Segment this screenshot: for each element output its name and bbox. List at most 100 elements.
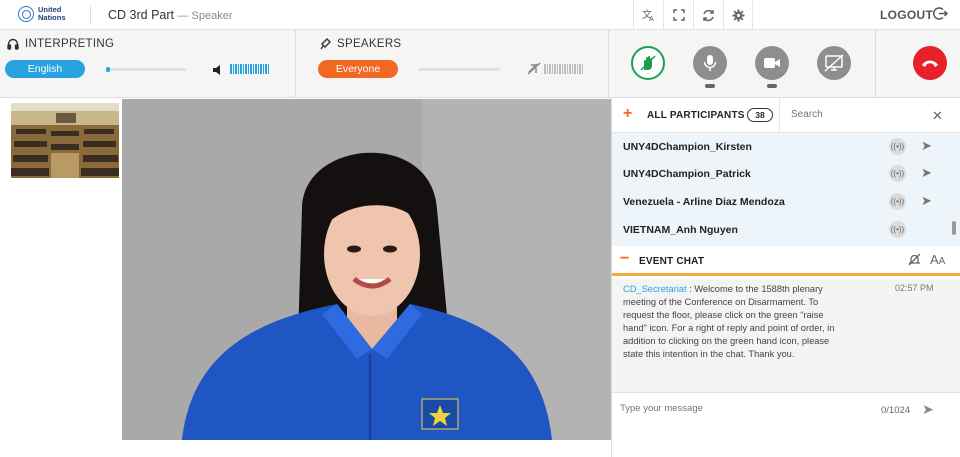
- camera-icon: [764, 58, 780, 68]
- meter-bar: [564, 64, 566, 74]
- participant-name: VIETNAM_Anh Nguyen: [623, 224, 738, 236]
- meter-bar: [581, 64, 583, 74]
- chat-message-time: 02:57 PM: [895, 283, 934, 293]
- room-thumbnail-video[interactable]: [11, 103, 119, 178]
- meter-bar: [247, 64, 249, 74]
- meter-bar: [260, 64, 262, 74]
- meter-bar: [551, 64, 553, 74]
- microphone-button[interactable]: [693, 46, 727, 80]
- meter-bar: [237, 64, 239, 74]
- meter-bar: [230, 64, 232, 74]
- meter-bar: [549, 64, 551, 74]
- speaker-video[interactable]: [122, 99, 611, 440]
- meter-bar: [240, 64, 242, 74]
- meter-bar: [245, 64, 247, 74]
- chat-message-sender[interactable]: CD_Secretariat: [623, 284, 687, 294]
- meter-bar: [252, 64, 254, 74]
- interpreting-audio-meter: [230, 64, 269, 74]
- meter-bar: [265, 64, 267, 74]
- interpretation-channel-icon[interactable]: ((•)): [889, 165, 906, 182]
- participants-list: UNY4DChampion_Kirsten ((•)) ➤ UNY4DChamp…: [612, 133, 960, 246]
- interpretation-channel-icon[interactable]: ((•)): [889, 221, 906, 238]
- meter-bar: [559, 64, 561, 74]
- logo-text: United Nations: [38, 5, 66, 22]
- participants-scrollbar[interactable]: [952, 221, 956, 235]
- participant-row[interactable]: VIETNAM_Anh Nguyen ((•)): [612, 216, 947, 243]
- un-logo: United Nations: [18, 6, 78, 22]
- participant-row[interactable]: Venezuela - Arline Diaz Mendoza ((•)) ➤: [612, 188, 947, 215]
- chat-send-button[interactable]: ➤: [922, 401, 934, 418]
- topbar-divider: [90, 6, 91, 24]
- camera-options-handle[interactable]: [767, 84, 777, 88]
- speaker-volume-icon[interactable]: [212, 63, 224, 81]
- interpreting-label-text: INTERPRETING: [25, 38, 115, 50]
- meter-bar: [250, 64, 252, 74]
- send-message-icon[interactable]: ➤: [921, 138, 932, 154]
- event-chat-header: − EVENT CHAT AA: [612, 246, 960, 276]
- raise-hand-button[interactable]: [631, 46, 665, 80]
- speakers-label: SPEAKERS: [320, 38, 401, 50]
- camera-button[interactable]: [755, 46, 789, 80]
- participant-row[interactable]: UNY4DChampion_Kirsten ((•)) ➤: [612, 133, 947, 160]
- interpreting-label: INTERPRETING: [7, 38, 114, 50]
- meter-bar: [569, 64, 571, 74]
- chat-messages: CD_Secretariat : Welcome to the 1588th p…: [612, 279, 960, 393]
- microphone-icon: [703, 55, 717, 71]
- interpretation-channel-icon[interactable]: ((•)): [889, 193, 906, 210]
- un-emblem-icon: [18, 6, 34, 22]
- meter-bar: [232, 64, 234, 74]
- screen-share-button[interactable]: [817, 46, 851, 80]
- meter-bar: [242, 64, 244, 74]
- meter-bar: [257, 64, 259, 74]
- interpreting-volume-slider[interactable]: [106, 67, 186, 72]
- participants-search: [779, 98, 931, 133]
- event-chat-title: EVENT CHAT: [639, 256, 705, 267]
- participant-name: UNY4DChampion_Kirsten: [623, 141, 752, 153]
- meter-bar: [566, 64, 568, 74]
- chat-message-input[interactable]: [620, 403, 850, 414]
- top-bar: United Nations CD 3rd Part — Speaker 文A …: [0, 0, 960, 30]
- meter-bar: [556, 64, 558, 74]
- meter-bar: [561, 64, 563, 74]
- controls-divider: [875, 30, 876, 98]
- interpretation-channel-icon[interactable]: ((•)): [889, 138, 906, 155]
- participants-search-input[interactable]: [791, 109, 931, 120]
- hangup-icon: [922, 60, 938, 67]
- logout-icon[interactable]: [932, 6, 949, 24]
- chat-message-text: Welcome to the 1588th plenary meeting of…: [623, 284, 835, 359]
- speakers-section: SPEAKERS Everyone: [296, 30, 609, 98]
- participants-header: + ALL PARTICIPANTS 38 ✕: [612, 98, 960, 133]
- participant-name: UNY4DChampion_Patrick: [623, 168, 751, 180]
- participant-name: Venezuela - Arline Diaz Mendoza: [623, 196, 785, 208]
- collapse-chat-icon[interactable]: −: [620, 250, 629, 268]
- meeting-title-text: CD 3rd Part: [108, 8, 174, 22]
- meter-bar: [235, 64, 237, 74]
- meter-bar: [579, 64, 581, 74]
- language-select[interactable]: English: [5, 60, 85, 78]
- speakers-select[interactable]: Everyone: [318, 60, 398, 78]
- speakers-volume-slider[interactable]: [418, 68, 500, 71]
- gear-icon[interactable]: [723, 0, 753, 30]
- chat-compose: 0/1024 ➤: [612, 396, 960, 424]
- side-panel: + ALL PARTICIPANTS 38 ✕ UNY4DChampion_Ki…: [611, 98, 960, 457]
- meter-bar: [262, 64, 264, 74]
- send-message-icon[interactable]: ➤: [921, 193, 932, 209]
- speakers-muted-icon[interactable]: [527, 62, 541, 80]
- add-participant-icon[interactable]: +: [623, 105, 632, 123]
- microphone-options-handle[interactable]: [705, 84, 715, 88]
- mute-notifications-icon[interactable]: [908, 253, 921, 269]
- participant-row[interactable]: UNY4DChampion_Patrick ((•)) ➤: [612, 160, 947, 187]
- send-message-icon[interactable]: ➤: [921, 165, 932, 181]
- font-size-icon[interactable]: AA: [930, 252, 945, 267]
- translate-icon[interactable]: 文A: [633, 0, 663, 30]
- screen-share-off-icon: [824, 54, 844, 72]
- participants-title: ALL PARTICIPANTS: [647, 110, 745, 121]
- speaker-mic-icon: [320, 38, 331, 50]
- refresh-icon[interactable]: [693, 0, 723, 30]
- fullscreen-icon[interactable]: [663, 0, 693, 30]
- logout-button[interactable]: LOGOUT: [880, 8, 933, 22]
- close-icon[interactable]: ✕: [932, 108, 943, 124]
- meter-bar: [546, 64, 548, 74]
- meter-bar: [554, 64, 556, 74]
- hangup-button[interactable]: [913, 46, 947, 80]
